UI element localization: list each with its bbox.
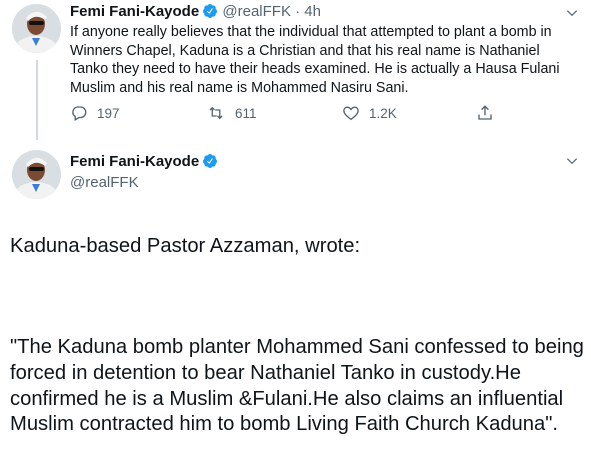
tweet-text: If anyone really believes that the indiv… [70,24,560,97]
tweet-text-quote: "The Kaduna bomb planter Mohammed Sani c… [10,336,584,436]
author-name[interactable]: Femi Fani-Kayode [70,153,199,170]
retweet-icon [209,106,223,120]
verified-badge-icon [202,153,218,175]
chevron-down-icon[interactable] [565,154,579,173]
tweet-original[interactable]: Femi Fani-Kayode @realFFK · 4h If anyone… [0,0,591,140]
like-button[interactable]: 1.2K [342,104,397,122]
like-count: 1.2K [369,105,397,121]
thread-connector [36,60,38,140]
author-name[interactable]: Femi Fani-Kayode [70,3,199,20]
avatar[interactable] [12,4,61,53]
tweet-text-paragraph: Kaduna-based Pastor Azzaman, wrote: [10,234,361,257]
avatar-photo [12,4,61,53]
retweet-button[interactable]: 611 [206,104,257,122]
author-handle[interactable]: @realFFK [222,3,291,20]
retweet-count: 611 [235,105,257,121]
reply-author-row: Femi Fani-Kayode [70,152,218,175]
reply-button[interactable]: 197 [70,104,120,122]
share-icon [478,105,492,120]
avatar-photo [12,150,61,199]
dot-separator: · [295,3,301,20]
tweet-actions: 197 611 1.2K [70,104,530,128]
author-handle[interactable]: @realFFK [70,173,139,193]
tweet-header: Femi Fani-Kayode @realFFK · 4h [70,2,321,25]
reply-icon [72,106,87,121]
share-button[interactable] [476,104,503,122]
timestamp[interactable]: 4h [304,3,321,20]
tweet-reply[interactable]: Femi Fani-Kayode @realFFK Kaduna-based P… [0,140,591,435]
avatar[interactable] [12,150,61,199]
verified-badge-icon [202,3,218,25]
reply-count: 197 [97,105,120,121]
like-icon [343,106,359,121]
